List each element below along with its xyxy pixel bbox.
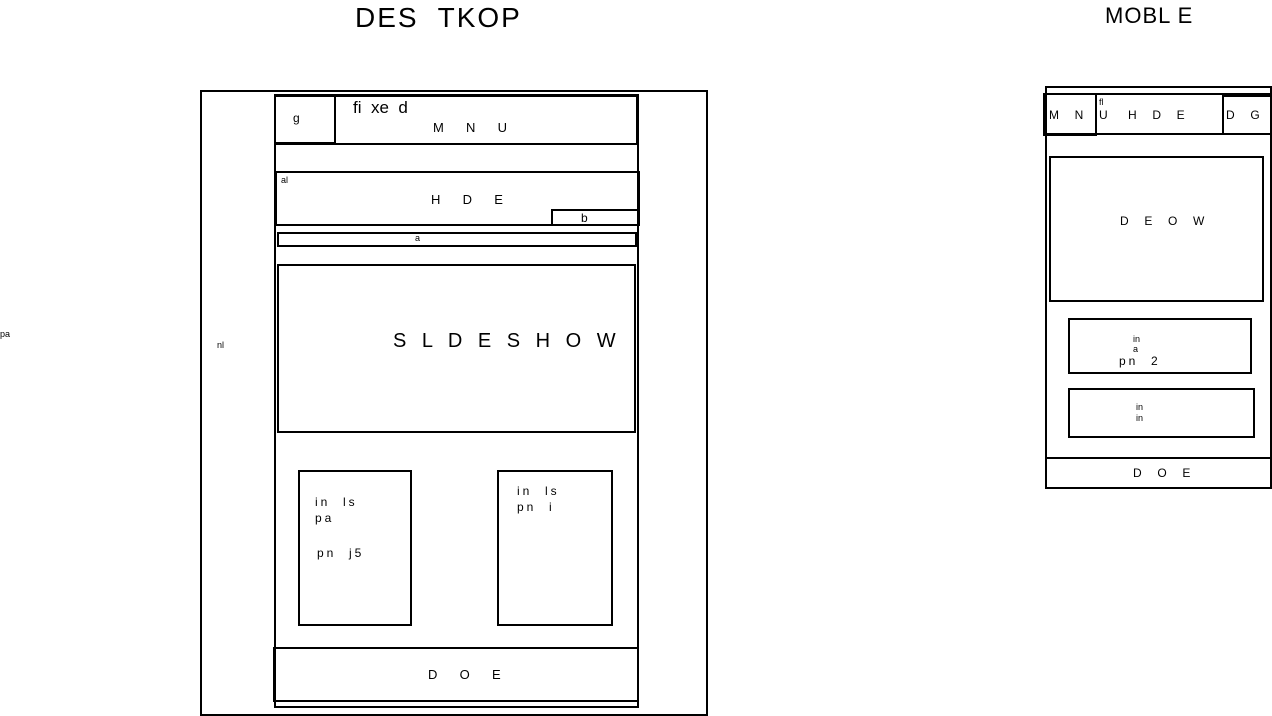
desktop-heading: DES TKOP bbox=[355, 2, 522, 33]
mobile-card-2-line-2: in bbox=[1136, 413, 1144, 423]
desktop-card-1-line-1: in ls bbox=[315, 495, 358, 509]
desktop-menu-label[interactable]: M N U bbox=[433, 121, 512, 134]
desktop-header-sub-box bbox=[551, 209, 639, 226]
desktop-logo-box[interactable] bbox=[274, 95, 336, 144]
mobile-card-1-line-2: a bbox=[1133, 344, 1139, 354]
mobile-header-label: H D E bbox=[1128, 108, 1188, 122]
mobile-heading: MOBL E bbox=[1105, 3, 1194, 28]
desktop-header-tag: al bbox=[281, 175, 289, 185]
mobile-card-2-line-1: in bbox=[1136, 402, 1144, 412]
mobile-logo-label: D G I bbox=[1226, 108, 1263, 122]
mobile-card-1-line-3: pn 2 bbox=[1119, 354, 1161, 368]
desktop-header-label: H D E bbox=[431, 192, 508, 207]
desktop-margin-note: nl bbox=[217, 340, 225, 350]
left-margin-note: pa bbox=[0, 329, 11, 339]
desktop-slideshow-label: S L D E S H O W bbox=[393, 330, 621, 352]
desktop-card-2-line-2: pn i bbox=[517, 500, 555, 514]
mobile-slideshow bbox=[1049, 156, 1264, 302]
mobile-header-tag: fl bbox=[1099, 97, 1104, 107]
mobile-menu-label[interactable]: M N U bbox=[1049, 109, 1111, 121]
desktop-fixed-label: fi xe d bbox=[353, 98, 408, 117]
mobile-slideshow-label: D E O W bbox=[1120, 214, 1208, 228]
mobile-card-2 bbox=[1068, 388, 1255, 438]
desktop-thin-bar-label: a bbox=[415, 233, 421, 243]
desktop-card-2-line-1: in ls bbox=[517, 484, 560, 498]
desktop-logo-label: g bbox=[293, 111, 303, 125]
desktop-card-1-line-3: pn j5 bbox=[317, 546, 365, 560]
desktop-card-1-line-2: pa bbox=[315, 511, 335, 525]
desktop-header-sub-label: b bbox=[581, 211, 591, 225]
mobile-footer-label: D O E bbox=[1133, 466, 1194, 480]
mobile-card-1-line-1: in bbox=[1133, 334, 1141, 344]
desktop-footer-label: D O E bbox=[428, 667, 506, 682]
desktop-thin-bar bbox=[277, 232, 637, 247]
